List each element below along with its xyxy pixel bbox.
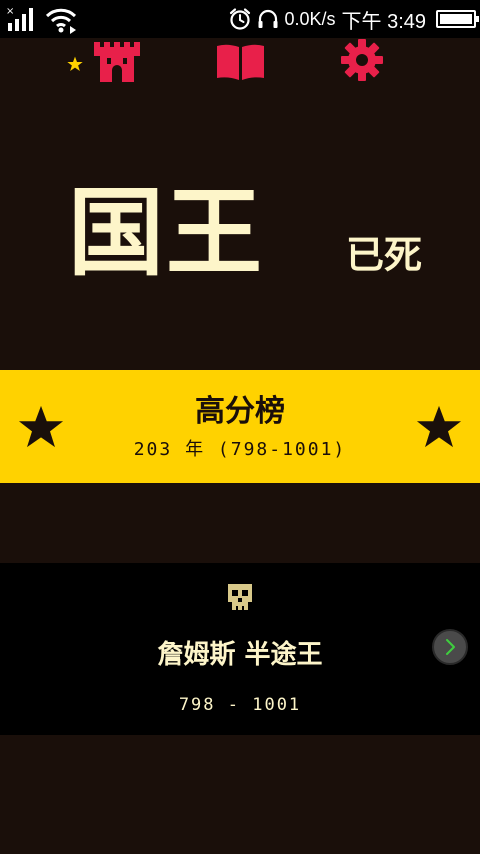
clock-time: 下午 3:49 (341, 10, 426, 33)
wifi-icon (45, 8, 77, 34)
svg-text:×: × (6, 6, 14, 17)
status-bar: × 0.0K/s 下午 3:49 (0, 0, 480, 38)
next-record-button[interactable] (432, 629, 468, 665)
battery-icon (436, 10, 479, 28)
net-speed: 0.0K/s (284, 8, 336, 29)
headset-icon (258, 9, 278, 28)
castle-icon[interactable] (94, 42, 140, 82)
status-right: 0.0K/s 下午 3:49 (228, 0, 479, 38)
star-icon (416, 405, 462, 448)
skull-icon (228, 584, 252, 610)
alarm-icon (230, 8, 251, 30)
star-icon (67, 56, 83, 71)
king-reign-years: 798 - 1001 (178, 695, 302, 715)
highscore-banner[interactable]: 高分榜 203 年 (798-1001) (0, 370, 480, 483)
chevron-right-icon (446, 639, 455, 655)
signal-icon: × (6, 6, 33, 31)
highscore-years: 203 年 (798-1001) (133, 439, 347, 460)
gear-icon[interactable] (340, 38, 384, 82)
book-icon[interactable] (217, 44, 264, 80)
highscore-label: 高分榜 (195, 394, 285, 429)
battery-fill (440, 14, 472, 24)
title-sub: 已死 (346, 233, 423, 277)
top-toolbar (0, 38, 480, 88)
king-name: 詹姆斯 半途王 (157, 640, 323, 670)
king-record-card[interactable]: 詹姆斯 半途王 798 - 1001 (0, 563, 480, 735)
title-main: 国王 (68, 177, 264, 289)
